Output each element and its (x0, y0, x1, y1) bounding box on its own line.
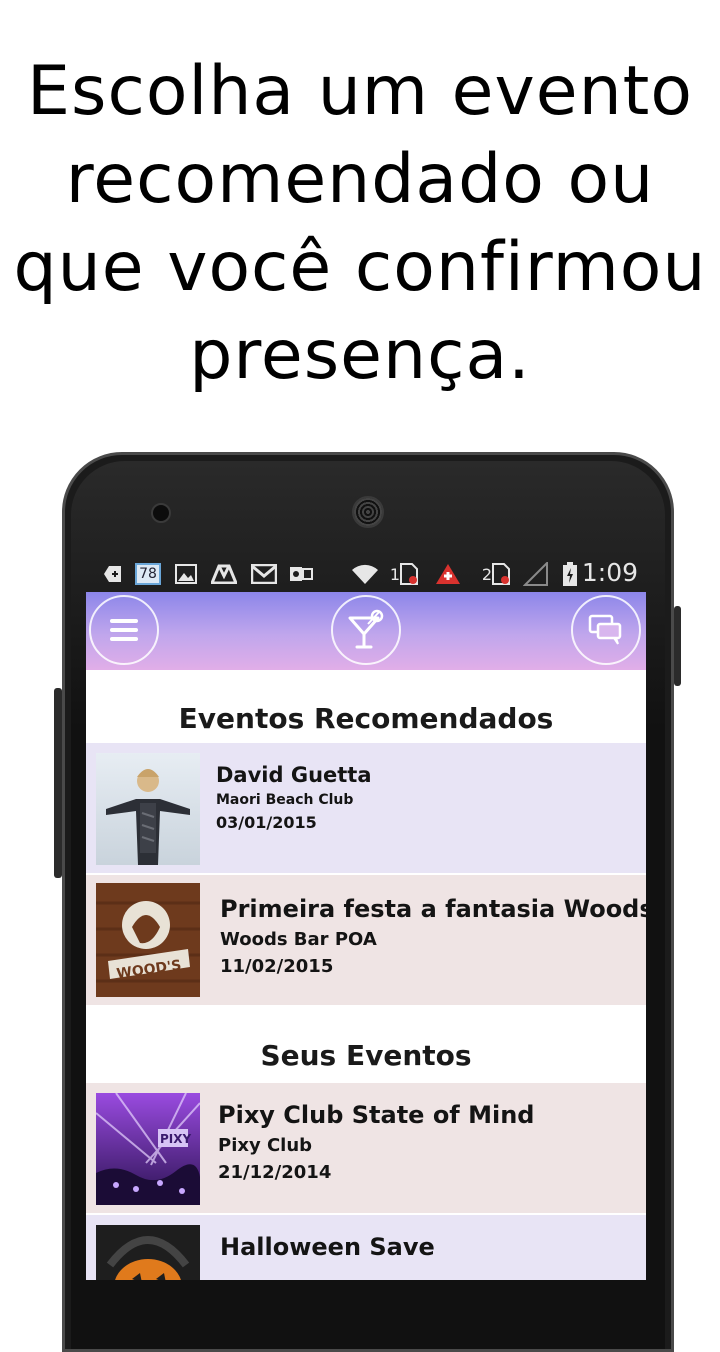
menu-button[interactable] (89, 595, 159, 665)
pixy-logo-text: PIXY (160, 1132, 192, 1146)
gmail-icon (250, 562, 278, 586)
status-bar: 78 1 2 1:09 (86, 556, 646, 592)
event-date: 11/02/2015 (220, 956, 334, 977)
event-info: Pixy Club State of Mind Pixy Club 21/12/… (218, 1101, 534, 1183)
earpiece-speaker (352, 496, 384, 528)
chat-button[interactable] (571, 595, 641, 665)
event-row-halloween[interactable]: Halloween Save (86, 1215, 646, 1280)
drive-icon (210, 562, 238, 586)
headline-line-3: que você confirmou (13, 228, 707, 307)
event-thumbnail: PIXY (96, 1093, 200, 1205)
sim1-icon: 1 (386, 562, 422, 586)
event-title: David Guetta (216, 763, 372, 787)
event-row-david-guetta[interactable]: David Guetta Maori Beach Club 03/01/2015 (86, 743, 646, 873)
phone-power-button (674, 606, 681, 686)
hamburger-menu-icon (110, 619, 138, 641)
alert-icon (434, 562, 462, 586)
add-notification-icon (102, 562, 124, 586)
logo-button[interactable] (331, 595, 401, 665)
event-info: Halloween Save (220, 1233, 435, 1267)
headline-line-1: Escolha um evento (27, 52, 693, 131)
my-events-section-title: Seus Eventos (260, 1039, 472, 1072)
image-icon (174, 562, 198, 586)
event-thumbnail: WOOD'S (96, 883, 200, 997)
event-title: Primeira festa a fantasia Woods (220, 895, 646, 923)
event-date: 21/12/2014 (218, 1162, 332, 1183)
event-date: 03/01/2015 (216, 813, 317, 832)
event-title: Pixy Club State of Mind (218, 1101, 535, 1129)
sim2-icon: 2 (478, 562, 514, 586)
headline-line-4: presença. (189, 316, 531, 395)
wifi-icon (350, 562, 380, 586)
event-venue: Maori Beach Club (216, 792, 354, 808)
chat-bubbles-icon (588, 614, 622, 645)
clock: 1:09 (581, 558, 638, 587)
event-venue: Pixy Club (218, 1135, 313, 1156)
front-camera (151, 503, 171, 523)
app-screen: Eventos Recomendados David Guetta Maori … (86, 592, 646, 1280)
event-venue: Woods Bar POA (220, 929, 377, 950)
event-row-woods[interactable]: WOOD'S Primeira festa a fantasia Woods W… (86, 875, 646, 1005)
recommended-section-title: Eventos Recomendados (178, 702, 554, 735)
headline-line-2: recomendado ou (65, 140, 655, 219)
event-info: Primeira festa a fantasia Woods Woods Ba… (220, 895, 646, 977)
outlook-icon (288, 562, 314, 586)
event-row-pixy-club[interactable]: PIXY Pixy Club State of Mind Pixy Club 2… (86, 1083, 646, 1213)
battery-charging-icon (560, 562, 580, 586)
promo-headline: Escolha um evento recomendado ou que voc… (0, 48, 720, 400)
event-title: Halloween Save (220, 1233, 435, 1261)
app-bar (86, 592, 646, 670)
event-thumbnail (96, 753, 200, 865)
signal-icon (522, 562, 550, 586)
event-info: David Guetta Maori Beach Club 03/01/2015 (216, 763, 372, 832)
event-thumbnail (96, 1225, 200, 1280)
cocktail-glass-icon (348, 609, 384, 649)
calendar-badge-icon: 78 (134, 562, 162, 586)
phone-volume-button (54, 688, 62, 878)
